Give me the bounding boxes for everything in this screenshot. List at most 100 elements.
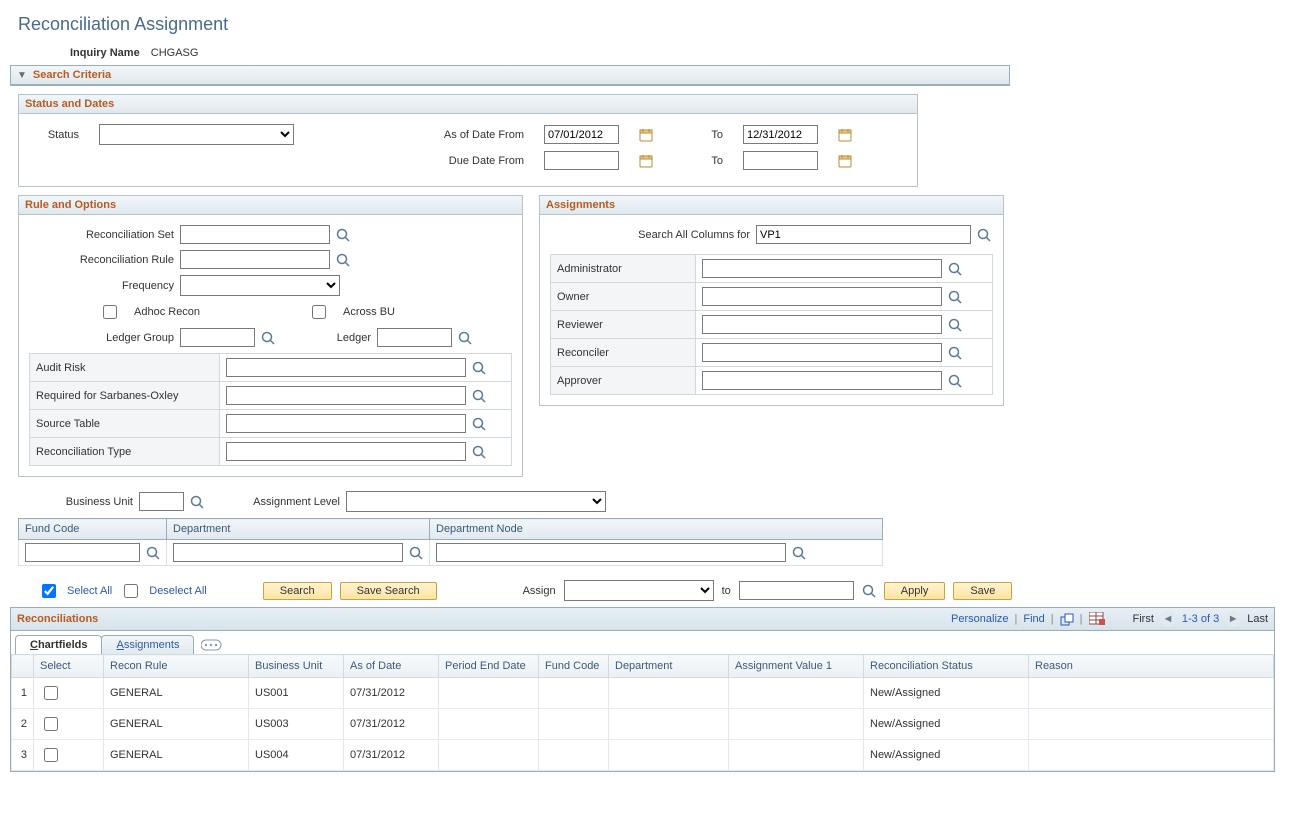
search-criteria-header[interactable]: ▼ Search Criteria — [11, 66, 1009, 85]
row-reason — [1029, 740, 1274, 771]
lookup-icon[interactable] — [472, 417, 486, 431]
source-table-row: Source Table — [30, 410, 512, 438]
row-select-checkbox[interactable] — [44, 717, 58, 731]
recon-type-input[interactable] — [226, 442, 466, 461]
audit-risk-label: Audit Risk — [30, 354, 220, 382]
lookup-icon[interactable] — [472, 389, 486, 403]
lookup-icon[interactable] — [409, 546, 423, 560]
as-of-from-input[interactable] — [544, 125, 619, 144]
department-input[interactable] — [173, 543, 403, 562]
row-period-end — [439, 678, 539, 709]
save-button[interactable]: Save — [953, 582, 1012, 600]
lookup-icon[interactable] — [336, 253, 350, 267]
detach-icon[interactable] — [1060, 613, 1074, 626]
row-select-checkbox[interactable] — [44, 686, 58, 700]
ledger-input[interactable] — [377, 328, 452, 347]
row-department — [609, 709, 729, 740]
department-node-input[interactable] — [436, 543, 786, 562]
personalize-link[interactable]: Personalize — [951, 613, 1008, 625]
reconciler-input[interactable] — [702, 343, 942, 362]
calendar-icon[interactable] — [639, 154, 653, 168]
select-all-link[interactable]: Select All — [67, 585, 112, 597]
business-unit-label: Business Unit — [18, 496, 133, 508]
lookup-icon[interactable] — [862, 584, 876, 598]
assign-role-select[interactable] — [564, 580, 714, 601]
status-select[interactable] — [99, 124, 294, 145]
source-table-input[interactable] — [226, 414, 466, 433]
adhoc-checkbox[interactable] — [103, 305, 117, 319]
search-all-input[interactable] — [756, 225, 971, 244]
lookup-icon[interactable] — [336, 228, 350, 242]
lookup-icon[interactable] — [792, 546, 806, 560]
as-of-to-input[interactable] — [743, 125, 818, 144]
col-assign-val1[interactable]: Assignment Value 1 — [729, 655, 864, 678]
assign-to-input[interactable] — [739, 581, 854, 600]
lookup-icon[interactable] — [948, 290, 962, 304]
lookup-icon[interactable] — [472, 361, 486, 375]
select-all-checkbox[interactable] — [42, 584, 56, 598]
lookup-icon[interactable] — [472, 445, 486, 459]
expand-tabs-icon[interactable] — [201, 638, 223, 652]
rule-options-fieldset: Rule and Options Reconciliation Set Reco… — [18, 195, 523, 477]
fund-code-col[interactable]: Fund Code — [19, 519, 167, 540]
sox-input[interactable] — [226, 386, 466, 405]
approver-input[interactable] — [702, 371, 942, 390]
department-node-col[interactable]: Department Node — [430, 519, 883, 540]
search-button[interactable]: Search — [263, 582, 332, 600]
department-col[interactable]: Department — [167, 519, 430, 540]
lookup-icon[interactable] — [948, 262, 962, 276]
lookup-icon[interactable] — [458, 331, 472, 345]
col-fund-code[interactable]: Fund Code — [539, 655, 609, 678]
lookup-icon[interactable] — [190, 495, 204, 509]
administrator-input[interactable] — [702, 259, 942, 278]
grid-tabs: Chartfields Assignments — [15, 635, 1274, 654]
table-row: 1GENERALUS00107/31/2012New/Assigned — [12, 678, 1274, 709]
sox-row: Required for Sarbanes-Oxley — [30, 382, 512, 410]
recon-set-input[interactable] — [180, 225, 330, 244]
col-department[interactable]: Department — [609, 655, 729, 678]
due-to-input[interactable] — [743, 151, 818, 170]
ledger-group-input[interactable] — [180, 328, 255, 347]
lookup-icon[interactable] — [146, 546, 160, 560]
calendar-icon[interactable] — [838, 128, 852, 142]
col-as-of-date[interactable]: As of Date — [344, 655, 439, 678]
col-period-end[interactable]: Period End Date — [439, 655, 539, 678]
next-page-icon[interactable]: ► — [1225, 611, 1241, 627]
apply-button[interactable]: Apply — [884, 582, 946, 600]
col-reason[interactable]: Reason — [1029, 655, 1274, 678]
find-link[interactable]: Find — [1023, 613, 1044, 625]
calendar-icon[interactable] — [639, 128, 653, 142]
fund-code-input[interactable] — [25, 543, 140, 562]
col-status[interactable]: Reconciliation Status — [864, 655, 1029, 678]
frequency-select[interactable] — [180, 275, 340, 296]
prev-page-icon[interactable]: ◄ — [1160, 611, 1176, 627]
lookup-icon[interactable] — [948, 346, 962, 360]
audit-risk-input[interactable] — [226, 358, 466, 377]
reviewer-input[interactable] — [702, 315, 942, 334]
tab-assignments[interactable]: Assignments — [101, 635, 194, 654]
deselect-all-link[interactable]: Deselect All — [149, 585, 206, 597]
lookup-icon[interactable] — [948, 374, 962, 388]
calendar-icon[interactable] — [838, 154, 852, 168]
assignment-level-select[interactable] — [346, 491, 606, 512]
owner-input[interactable] — [702, 287, 942, 306]
col-select[interactable]: Select — [34, 655, 104, 678]
lookup-icon[interactable] — [977, 228, 991, 242]
recon-rule-input[interactable] — [180, 250, 330, 269]
row-department — [609, 740, 729, 771]
row-counter[interactable]: 1-3 of 3 — [1182, 613, 1219, 625]
business-unit-input[interactable] — [139, 492, 184, 511]
row-select-checkbox[interactable] — [44, 748, 58, 762]
last-label[interactable]: Last — [1247, 613, 1268, 625]
save-search-button[interactable]: Save Search — [340, 582, 437, 600]
tab-chartfields[interactable]: Chartfields — [15, 635, 102, 654]
col-business-unit[interactable]: Business Unit — [249, 655, 344, 678]
first-label[interactable]: First — [1133, 613, 1154, 625]
due-from-input[interactable] — [544, 151, 619, 170]
download-icon[interactable] — [1089, 612, 1105, 626]
lookup-icon[interactable] — [261, 331, 275, 345]
across-bu-checkbox[interactable] — [312, 305, 326, 319]
col-recon-rule[interactable]: Recon Rule — [104, 655, 249, 678]
lookup-icon[interactable] — [948, 318, 962, 332]
deselect-all-checkbox[interactable] — [124, 584, 138, 598]
